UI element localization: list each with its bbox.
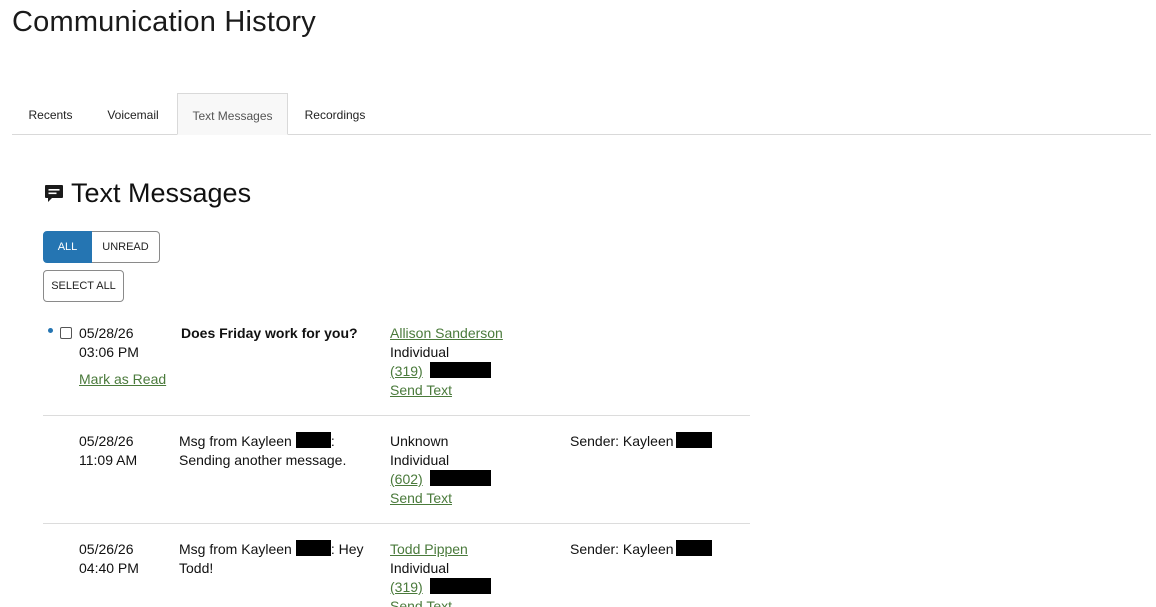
- redacted-block: [429, 470, 491, 486]
- tab-recents[interactable]: Recents: [12, 93, 89, 135]
- unread-indicator: [48, 328, 53, 333]
- redacted-block: [429, 362, 491, 378]
- contact-name: Unknown: [390, 433, 449, 449]
- message-suffix: :: [330, 433, 335, 449]
- section-header: Text Messages: [43, 175, 251, 211]
- message-time: 03:06 PM: [79, 344, 139, 360]
- sender-label: Sender: Kayleen: [570, 541, 674, 557]
- message-text-line1: Msg from Kayleen : Hey: [179, 540, 364, 559]
- message-row: 05/26/26 04:40 PM Msg from Kayleen: Hey …: [43, 524, 750, 607]
- page-title: Communication History: [12, 6, 316, 38]
- redacted-block: [295, 432, 331, 448]
- contact-type: Individual: [390, 452, 450, 468]
- tab-text-messages[interactable]: Text Messages: [177, 93, 288, 135]
- redacted-block: [675, 540, 712, 556]
- contact-type: Individual: [390, 344, 450, 360]
- message-date: 05/26/26: [79, 541, 134, 557]
- message-date: 05/28/26: [79, 325, 134, 341]
- send-text-link[interactable]: Send Text: [390, 381, 452, 400]
- contact-phone[interactable]: (319): [390, 578, 491, 597]
- send-text-link[interactable]: Send Text: [390, 597, 452, 607]
- contact-name-link[interactable]: Todd Pippen: [390, 540, 468, 559]
- contact-phone[interactable]: (319): [390, 362, 491, 381]
- contact-name-link[interactable]: Allison Sanderson: [390, 324, 503, 343]
- message-checkbox[interactable]: [60, 327, 72, 339]
- message-date: 05/28/26: [79, 433, 134, 449]
- mark-as-read-link[interactable]: Mark as Read: [79, 370, 166, 389]
- section-title: Text Messages: [71, 177, 252, 208]
- message-text-line1: Msg from Kayleen:: [179, 432, 335, 451]
- message-time: 11:09 AM: [79, 452, 138, 468]
- message-row: 05/28/26 11:09 AM Msg from Kayleen: Send…: [43, 416, 750, 524]
- contact-type: Individual: [390, 560, 450, 576]
- phone-area-code[interactable]: (319): [390, 363, 423, 379]
- phone-area-code[interactable]: (602): [390, 471, 423, 487]
- message-text-line2: Sending another message.: [179, 452, 347, 468]
- sender-info: Sender: Kayleen: [570, 540, 712, 559]
- tab-voicemail[interactable]: Voicemail: [89, 93, 177, 135]
- message-prefix: Msg from Kayleen: [179, 433, 292, 449]
- tab-bar: Recents Voicemail Text Messages Recordin…: [12, 93, 1151, 135]
- tab-recordings[interactable]: Recordings: [288, 93, 382, 135]
- send-text-link[interactable]: Send Text: [390, 489, 452, 508]
- message-time: 04:40 PM: [79, 560, 139, 576]
- redacted-block: [295, 540, 331, 556]
- message-text-line2: Todd!: [179, 560, 214, 576]
- redacted-block: [675, 432, 712, 448]
- select-all-button[interactable]: SELECT ALL: [43, 270, 124, 302]
- message-suffix: : Hey: [330, 541, 364, 557]
- sender-label: Sender: Kayleen: [570, 433, 674, 449]
- contact-phone[interactable]: (602): [390, 470, 491, 489]
- message-prefix: Msg from Kayleen: [179, 541, 292, 557]
- message-row: 05/28/26 03:06 PM Mark as Read Does Frid…: [43, 316, 750, 416]
- phone-area-code[interactable]: (319): [390, 579, 423, 595]
- message-text: Does Friday work for you?: [181, 325, 358, 341]
- sender-info: Sender: Kayleen: [570, 432, 712, 451]
- redacted-block: [429, 578, 491, 594]
- chat-bubble-icon: [43, 182, 65, 204]
- filter-unread-button[interactable]: UNREAD: [92, 231, 160, 263]
- filter-all-button[interactable]: ALL: [43, 231, 92, 263]
